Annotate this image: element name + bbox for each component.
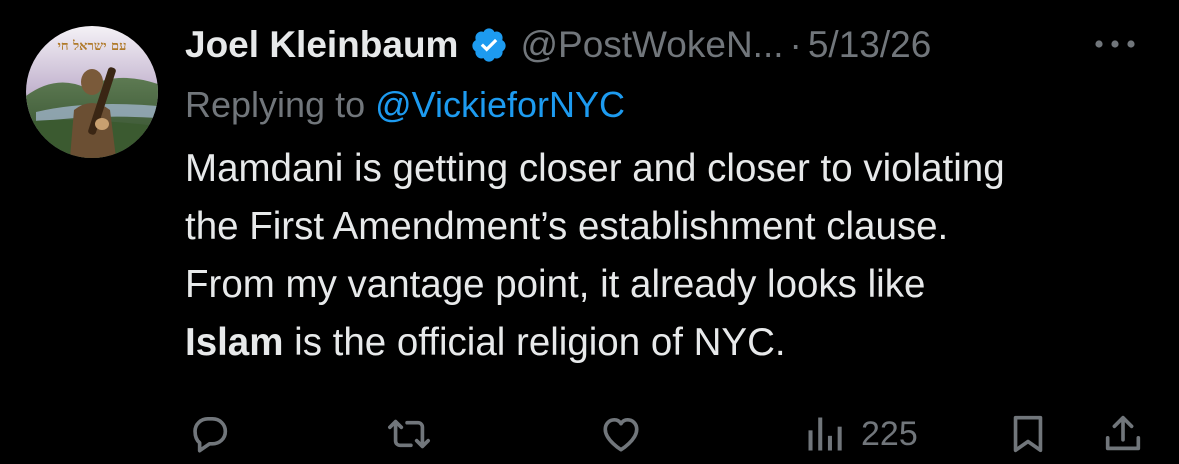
tweet-text: Mamdani is getting closer and closer to …	[185, 140, 1165, 372]
tweet-content: Joel Kleinbaum @PostWokeN... · 5/13/26 R…	[185, 20, 1160, 372]
tweet-date[interactable]: 5/13/26	[808, 24, 931, 66]
retweet-button[interactable]	[385, 410, 433, 458]
tweet-text-line: the First Amendment’s establishment clau…	[185, 205, 949, 248]
bold-word: Islam	[185, 321, 284, 364]
replying-to: Replying to @VickieforNYC	[185, 84, 1160, 128]
reply-button[interactable]	[187, 410, 233, 458]
tweet-header: Joel Kleinbaum @PostWokeN... · 5/13/26	[185, 20, 1160, 70]
author-name[interactable]: Joel Kleinbaum	[185, 24, 458, 66]
heart-icon	[603, 417, 639, 452]
views-button[interactable]: 225	[803, 410, 918, 458]
retweet-icon	[388, 419, 430, 449]
like-button[interactable]	[597, 410, 645, 458]
tweet-text-line-last: Islam is the official religion of NYC.	[185, 314, 1165, 372]
bookmark-icon	[1013, 415, 1043, 453]
share-icon	[1105, 415, 1141, 451]
share-button[interactable]	[1100, 410, 1146, 458]
tweet-text-line: Mamdani is getting closer and closer to …	[185, 147, 1005, 190]
reply-prefix: Replying to	[185, 84, 376, 125]
views-count: 225	[861, 414, 918, 453]
action-bar: 225	[0, 410, 1179, 458]
reply-to-link[interactable]: @VickieforNYC	[375, 84, 625, 125]
verified-badge-icon	[470, 26, 508, 64]
reply-icon	[193, 417, 228, 453]
tweet-text-line: From my vantage point, it already looks …	[185, 263, 926, 306]
more-icon[interactable]	[1092, 32, 1138, 56]
avatar[interactable]: עם ישראל חי	[26, 26, 158, 158]
tweet-text-rest: is the official religion of NYC.	[283, 321, 786, 364]
separator-dot: ·	[789, 24, 802, 65]
bookmark-button[interactable]	[1005, 410, 1051, 458]
avatar-caption: עם ישראל חי	[57, 39, 127, 54]
views-icon	[808, 417, 842, 451]
author-handle[interactable]: @PostWokeN...	[520, 24, 783, 66]
